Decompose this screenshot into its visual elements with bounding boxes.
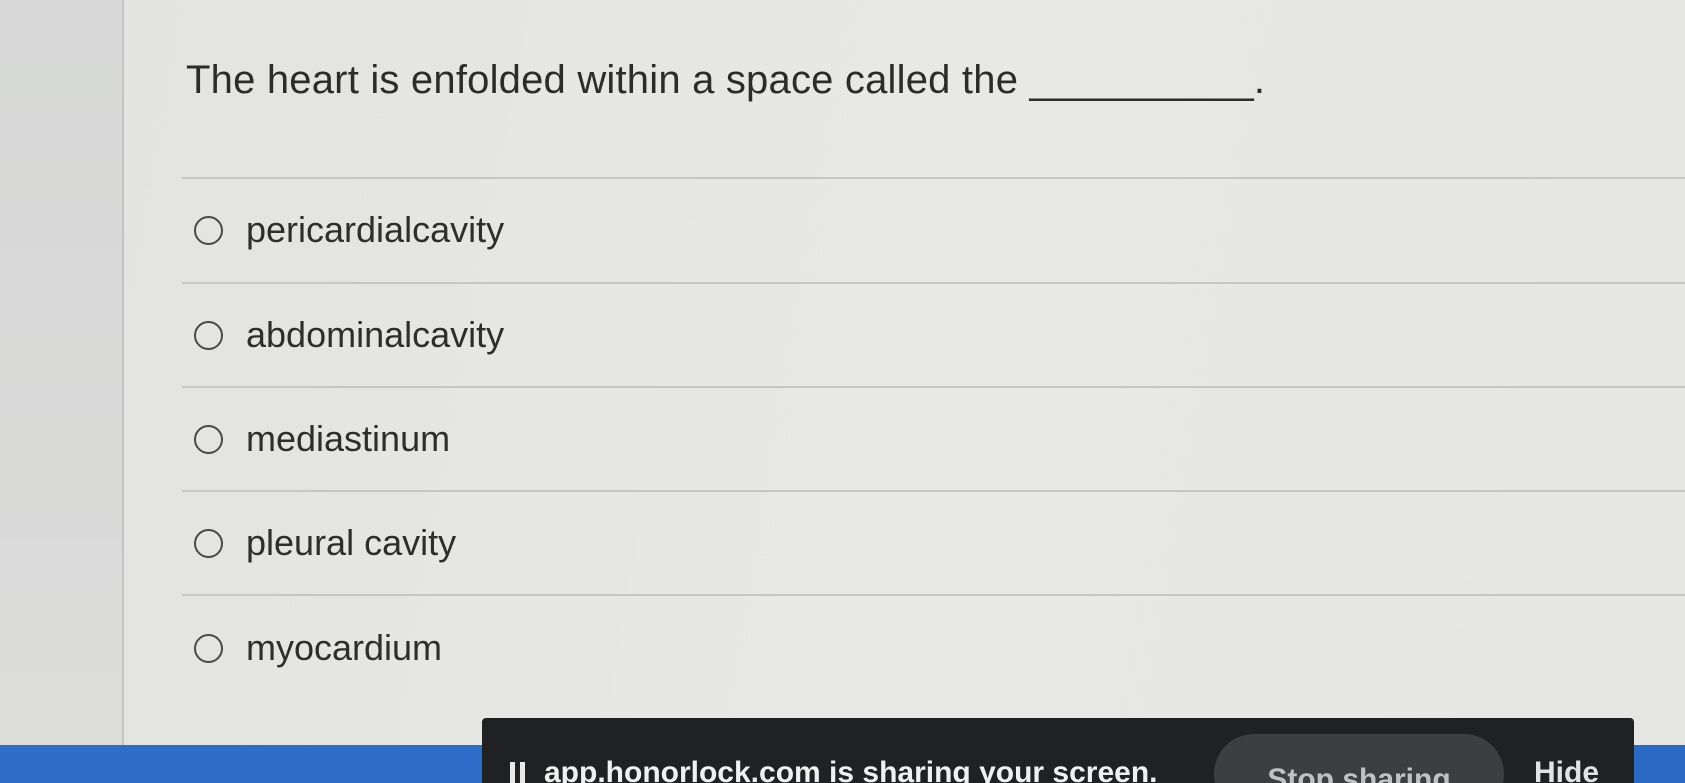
share-message: app.honorlock.com is sharing your screen… [544, 756, 1158, 783]
divider [182, 177, 1685, 179]
radio-button[interactable] [194, 633, 223, 663]
radio-button[interactable] [194, 528, 223, 558]
screen-share-bar: app.honorlock.com is sharing your screen… [482, 718, 1634, 783]
radio-button[interactable] [194, 215, 223, 245]
question-text: The heart is enfolded within a space cal… [186, 58, 1266, 102]
option-pleural-cavity[interactable]: pleural cavity [194, 518, 456, 568]
option-label: mediastinum [246, 418, 451, 459]
left-panel [0, 0, 122, 745]
hide-button[interactable]: Hide [1534, 756, 1599, 783]
divider [182, 594, 1685, 596]
option-pericardialcavity[interactable]: pericardialcavity [194, 205, 504, 255]
divider [182, 386, 1685, 388]
stop-sharing-button[interactable]: Stop sharing [1214, 734, 1504, 783]
option-myocardium[interactable]: myocardium [194, 623, 442, 673]
pause-icon [510, 762, 526, 783]
option-label: abdominalcavity [246, 314, 505, 355]
radio-button[interactable] [194, 424, 223, 454]
option-label: myocardium [246, 627, 443, 668]
divider [182, 282, 1685, 284]
divider [182, 490, 1685, 492]
option-abdominalcavity[interactable]: abdominalcavity [194, 310, 504, 360]
option-mediastinum[interactable]: mediastinum [194, 414, 450, 464]
option-label: pleural cavity [246, 522, 457, 563]
option-label: pericardialcavity [246, 209, 505, 250]
radio-button[interactable] [194, 320, 223, 350]
